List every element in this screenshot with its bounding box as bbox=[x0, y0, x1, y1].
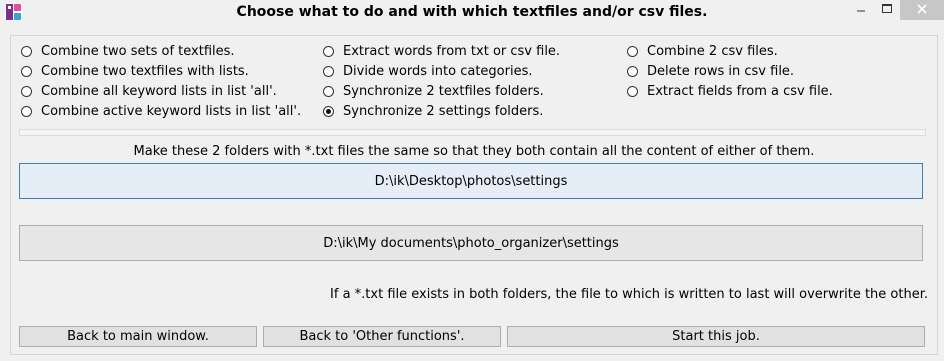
radio-label: Combine two sets of textfiles. bbox=[41, 43, 235, 59]
radio-delete-rows[interactable]: Delete rows in csv file. bbox=[627, 62, 794, 80]
maximize-button[interactable] bbox=[874, 0, 900, 20]
radio-extract-fields[interactable]: Extract fields from a csv file. bbox=[627, 82, 833, 100]
radio-sync-textfiles[interactable]: Synchronize 2 textfiles folders. bbox=[323, 82, 544, 100]
title-bar: Choose what to do and with which textfil… bbox=[0, 0, 944, 27]
radio-label: Combine 2 csv files. bbox=[647, 43, 778, 59]
button-label: Back to main window. bbox=[67, 329, 209, 344]
radio-label: Extract fields from a csv file. bbox=[647, 83, 833, 99]
button-label: Start this job. bbox=[672, 329, 760, 344]
back-to-other-functions-button[interactable]: Back to 'Other functions'. bbox=[263, 326, 501, 347]
radio-label: Divide words into categories. bbox=[343, 63, 533, 79]
radio-label: Combine active keyword lists in list 'al… bbox=[41, 103, 302, 119]
radio-circle bbox=[627, 45, 638, 57]
radio-circle bbox=[21, 85, 32, 97]
description-text: Make these 2 folders with *.txt files th… bbox=[133, 144, 815, 159]
maximize-icon bbox=[882, 4, 892, 13]
back-to-main-button[interactable]: Back to main window. bbox=[19, 326, 257, 347]
second-folder-path: D:\ik\My documents\photo_organizer\setti… bbox=[323, 235, 619, 251]
radio-circle bbox=[627, 65, 638, 77]
radio-label: Delete rows in csv file. bbox=[647, 63, 795, 79]
separator-bar bbox=[19, 129, 926, 136]
radio-circle bbox=[323, 85, 334, 97]
start-job-button[interactable]: Start this job. bbox=[507, 326, 925, 347]
radio-circle bbox=[21, 105, 32, 117]
radio-circle bbox=[21, 65, 32, 77]
minimize-icon bbox=[857, 10, 865, 12]
radio-combine-active-keyword[interactable]: Combine active keyword lists in list 'al… bbox=[21, 102, 301, 120]
radio-sync-settings[interactable]: Synchronize 2 settings folders. bbox=[323, 102, 543, 120]
radio-combine-two-sets[interactable]: Combine two sets of textfiles. bbox=[21, 42, 235, 60]
main-panel: Combine two sets of textfiles. Combine t… bbox=[10, 35, 938, 355]
radio-combine-csv[interactable]: Combine 2 csv files. bbox=[627, 42, 778, 60]
first-folder-button[interactable]: D:\ik\Desktop\photos\settings bbox=[19, 163, 923, 199]
radio-label: Combine two textfiles with lists. bbox=[41, 63, 249, 79]
radio-combine-two-textfiles[interactable]: Combine two textfiles with lists. bbox=[21, 62, 249, 80]
radio-label: Extract words from txt or csv file. bbox=[343, 43, 561, 59]
overwrite-note: If a *.txt file exists in both folders, … bbox=[330, 287, 928, 302]
radio-circle bbox=[323, 45, 334, 57]
first-folder-path: D:\ik\Desktop\photos\settings bbox=[374, 173, 568, 189]
radio-divide-words[interactable]: Divide words into categories. bbox=[323, 62, 532, 80]
radio-label: Synchronize 2 textfiles folders. bbox=[343, 83, 544, 99]
radio-label: Synchronize 2 settings folders. bbox=[343, 103, 544, 119]
radio-circle-selected bbox=[323, 105, 334, 117]
radio-circle bbox=[21, 45, 32, 57]
button-label: Back to 'Other functions'. bbox=[299, 329, 465, 344]
radio-label: Combine all keyword lists in list 'all'. bbox=[41, 83, 277, 99]
second-folder-button[interactable]: D:\ik\My documents\photo_organizer\setti… bbox=[19, 225, 923, 261]
close-button[interactable] bbox=[900, 0, 944, 20]
radio-circle bbox=[627, 85, 638, 97]
radio-combine-all-keyword[interactable]: Combine all keyword lists in list 'all'. bbox=[21, 82, 277, 100]
radio-extract-words[interactable]: Extract words from txt or csv file. bbox=[323, 42, 560, 60]
window-title: Choose what to do and with which textfil… bbox=[236, 4, 708, 20]
close-icon bbox=[917, 4, 927, 14]
radio-circle bbox=[323, 65, 334, 77]
minimize-button[interactable] bbox=[848, 0, 874, 20]
